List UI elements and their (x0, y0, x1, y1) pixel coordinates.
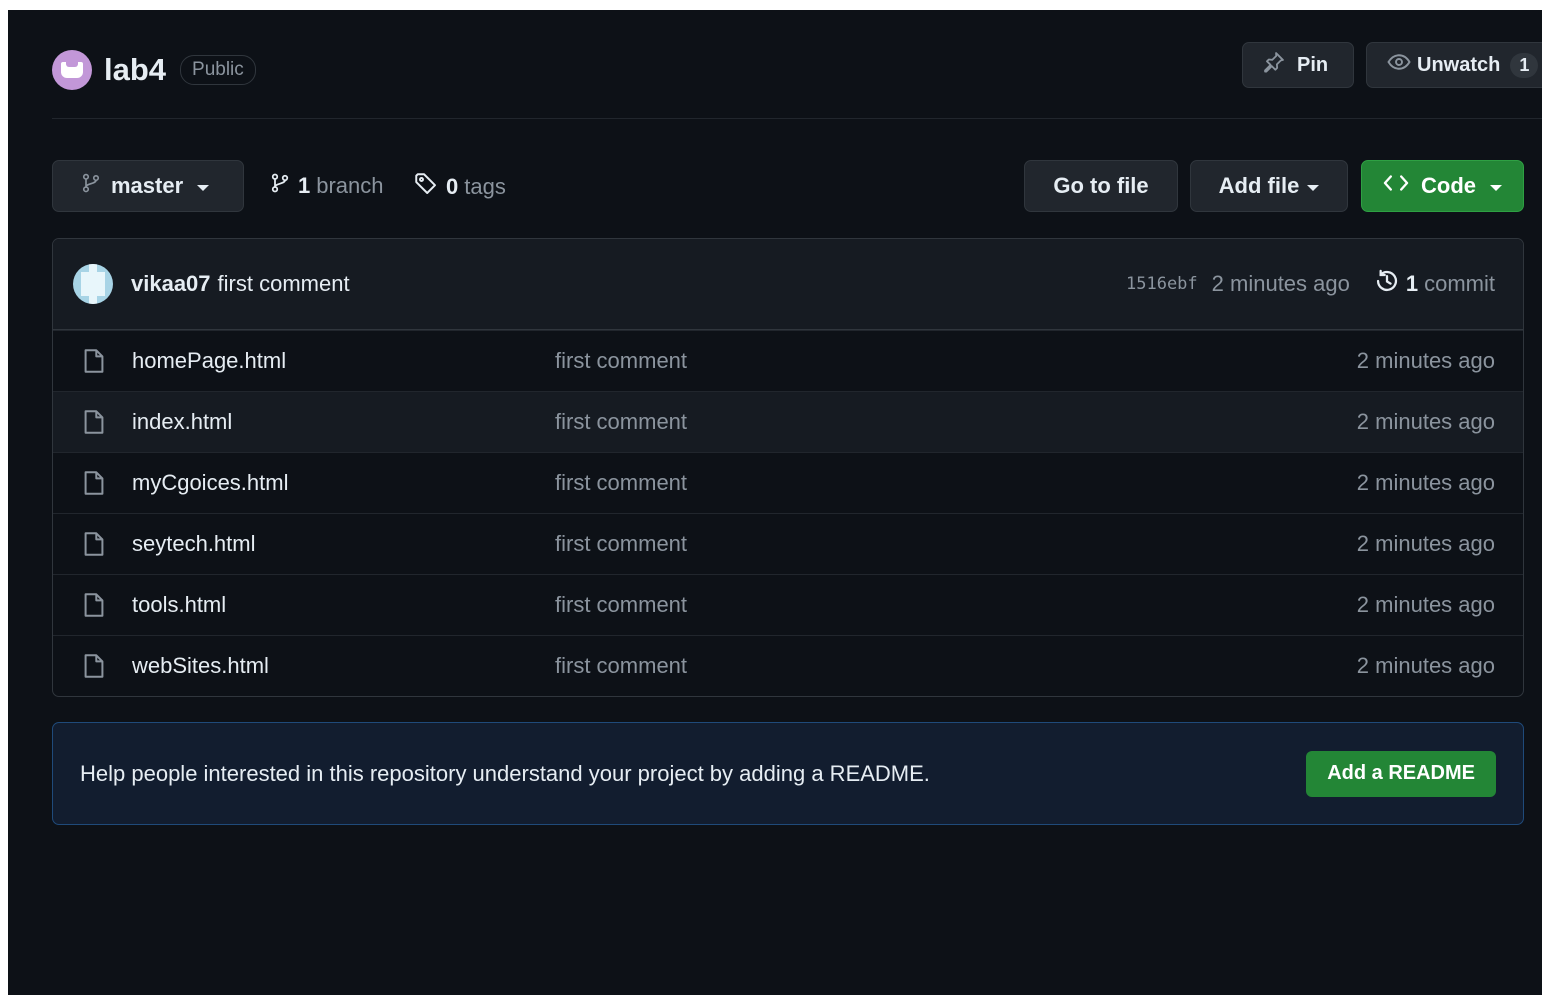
tag-word: tags (464, 174, 506, 199)
file-icon (81, 468, 107, 498)
file-commit-message[interactable]: first comment (555, 470, 687, 496)
chevron-down-icon (1307, 184, 1320, 191)
commit-author[interactable]: vikaa07 (131, 271, 211, 297)
file-name[interactable]: tools.html (132, 592, 226, 618)
eye-icon (1387, 52, 1411, 78)
file-name[interactable]: seytech.html (132, 531, 256, 557)
file-commit-time: 2 minutes ago (1356, 409, 1495, 434)
file-table: vikaa07 first comment 1516ebf 2 minutes … (52, 238, 1524, 697)
chevron-down-icon (197, 184, 210, 191)
add-file-button[interactable]: Add file (1190, 160, 1348, 212)
header-divider (52, 118, 1542, 119)
file-row[interactable]: index.html first comment 2 minutes ago (53, 391, 1523, 452)
history-icon (1374, 268, 1400, 300)
branches-link[interactable]: 1 branch (270, 172, 384, 200)
file-row[interactable]: tools.html first comment 2 minutes ago (53, 574, 1523, 635)
current-branch: master (111, 173, 184, 198)
unwatch-button[interactable]: Unwatch 1 (1366, 42, 1542, 88)
commit-message[interactable]: first comment (218, 271, 350, 297)
add-readme-button[interactable]: Add a README (1306, 750, 1496, 797)
file-icon (81, 529, 107, 559)
file-row[interactable]: homePage.html first comment 2 minutes ag… (53, 330, 1523, 391)
tags-link[interactable]: 0 tags (414, 172, 506, 202)
commit-meta: 1516ebf 2 minutes ago 1 commit (1126, 268, 1495, 300)
commit-count: 1 (1405, 271, 1419, 296)
repo-name[interactable]: lab4 (104, 52, 166, 88)
file-icon (81, 590, 107, 620)
pin-button[interactable]: Pin (1242, 42, 1354, 88)
code-icon (1383, 173, 1409, 199)
file-commit-time: 2 minutes ago (1356, 531, 1495, 556)
go-to-file-button[interactable]: Go to file (1024, 160, 1178, 212)
file-row[interactable]: myCgoices.html first comment 2 minutes a… (53, 452, 1523, 513)
branch-word: branch (316, 173, 384, 198)
file-icon (81, 346, 107, 376)
file-commit-message[interactable]: first comment (555, 348, 687, 374)
file-name[interactable]: myCgoices.html (132, 470, 288, 496)
file-name[interactable]: index.html (132, 409, 232, 435)
code-label: Code (1421, 173, 1476, 198)
code-button[interactable]: Code (1361, 160, 1524, 212)
visibility-badge: Public (180, 55, 256, 85)
file-commit-time: 2 minutes ago (1356, 348, 1495, 373)
file-commit-time: 2 minutes ago (1356, 653, 1495, 678)
file-name[interactable]: homePage.html (132, 348, 286, 374)
readme-banner-text: Help people interested in this repositor… (80, 760, 930, 786)
branch-icon (81, 172, 101, 200)
file-icon (81, 407, 107, 437)
commit-author-avatar[interactable] (73, 264, 113, 304)
file-commit-time: 2 minutes ago (1356, 470, 1495, 495)
chevron-down-icon (1490, 184, 1502, 191)
file-name[interactable]: webSites.html (132, 653, 269, 679)
watch-count: 1 (1510, 52, 1539, 78)
file-commit-message[interactable]: first comment (555, 409, 687, 435)
repo-page: lab4 Public Pin Unwatch 1 master 1 branc… (8, 10, 1542, 995)
commits-history-link[interactable]: 1 commit (1374, 268, 1495, 300)
pin-label: Pin (1297, 53, 1329, 76)
branch-icon (270, 172, 290, 200)
file-commit-message[interactable]: first comment (555, 531, 687, 557)
branch-select-button[interactable]: master (52, 160, 244, 212)
tag-icon (414, 172, 438, 202)
readme-banner: Help people interested in this repositor… (52, 722, 1524, 825)
commit-sha[interactable]: 1516ebf (1126, 274, 1198, 294)
commit-time: 2 minutes ago (1211, 271, 1350, 296)
pin-icon (1263, 51, 1285, 79)
branch-count: 1 (298, 173, 311, 198)
tag-count: 0 (446, 174, 459, 199)
file-commit-message[interactable]: first comment (555, 592, 687, 618)
owner-avatar[interactable] (52, 50, 92, 90)
add-file-label: Add file (1218, 173, 1300, 198)
file-commit-time: 2 minutes ago (1356, 592, 1495, 617)
unwatch-label: Unwatch (1417, 53, 1501, 76)
file-commit-message[interactable]: first comment (555, 653, 687, 679)
repo-header: lab4 Public (52, 46, 256, 94)
file-icon (81, 651, 107, 681)
latest-commit-bar: vikaa07 first comment 1516ebf 2 minutes … (53, 239, 1523, 330)
commit-word: commit (1424, 271, 1495, 296)
file-row[interactable]: webSites.html first comment 2 minutes ag… (53, 635, 1523, 696)
file-row[interactable]: seytech.html first comment 2 minutes ago (53, 513, 1523, 574)
